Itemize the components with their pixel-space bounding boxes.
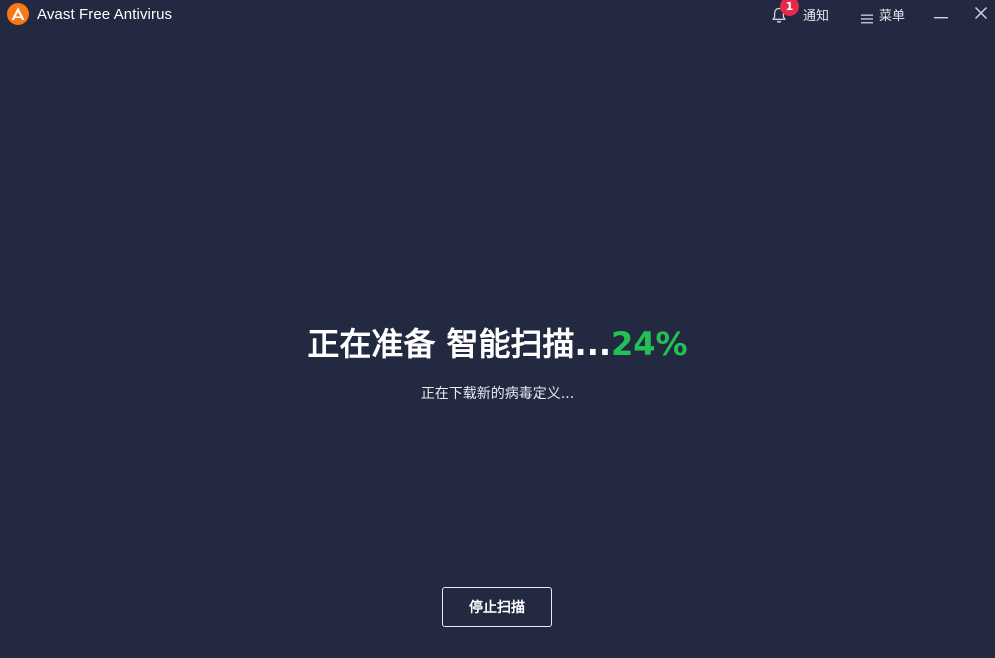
- notifications-label[interactable]: 通知: [803, 5, 829, 24]
- close-button[interactable]: [968, 0, 994, 28]
- bell-icon[interactable]: 1: [770, 0, 799, 24]
- stop-scan-label[interactable]: 停止扫描: [469, 597, 525, 617]
- close-icon[interactable]: [974, 5, 988, 24]
- app-brand: Avast Free Antivirus: [7, 3, 172, 25]
- notification-count-badge: 1: [780, 0, 799, 16]
- scan-status-text: 正在下载新的病毒定义...: [420, 386, 575, 402]
- notifications-button[interactable]: 1 通知: [770, 0, 829, 28]
- scan-heading: 正在准备 智能扫描...24%: [0, 322, 995, 366]
- scan-status-panel: 正在准备 智能扫描...24% 正在下载新的病毒定义...: [0, 322, 995, 403]
- avast-logo-icon: [7, 3, 29, 25]
- app-title: Avast Free Antivirus: [37, 5, 173, 23]
- hamburger-icon[interactable]: [861, 9, 873, 24]
- scan-progress-percent: 24%: [611, 325, 688, 363]
- stop-scan-button[interactable]: 停止扫描: [442, 587, 552, 627]
- menu-button[interactable]: 菜单: [861, 0, 905, 28]
- scan-heading-text: 正在准备 智能扫描...: [307, 325, 612, 363]
- title-bar: Avast Free Antivirus 1 通知 菜单: [0, 0, 995, 30]
- menu-label[interactable]: 菜单: [879, 5, 905, 24]
- minimize-button[interactable]: [928, 0, 954, 28]
- minimize-icon[interactable]: [934, 5, 948, 24]
